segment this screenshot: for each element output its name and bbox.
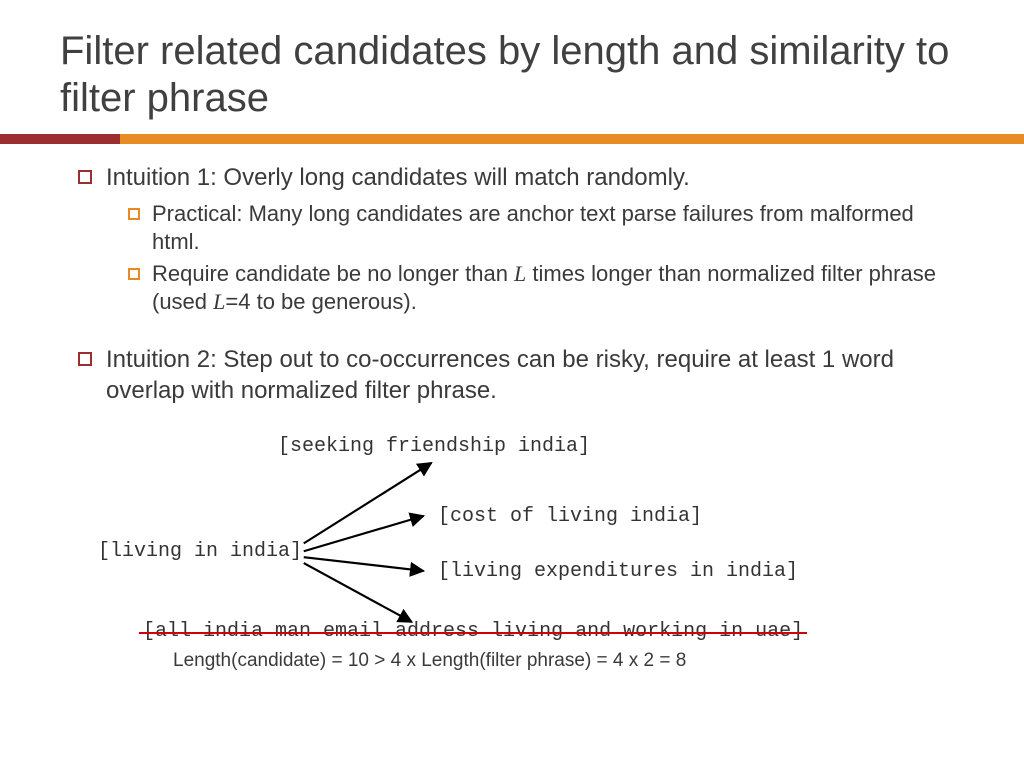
strikethrough-line bbox=[139, 632, 807, 634]
candidate-2: [cost of living india] bbox=[438, 505, 702, 528]
bullet-practical: Practical: Many long candidates are anch… bbox=[128, 200, 956, 256]
bullet-text: Require candidate be no longer than L ti… bbox=[152, 260, 956, 316]
candidate-1: [seeking friendship india] bbox=[278, 435, 590, 458]
example-diagram: [seeking friendship india] [living in in… bbox=[68, 435, 956, 695]
bullet-text: Intuition 2: Step out to co-occurrences … bbox=[106, 344, 956, 406]
square-bullet-icon bbox=[78, 170, 92, 184]
length-caption: Length(candidate) = 10 > 4 x Length(filt… bbox=[173, 650, 686, 672]
bullet-text: Intuition 1: Overly long candidates will… bbox=[106, 162, 690, 193]
bullet-text: Practical: Many long candidates are anch… bbox=[152, 200, 956, 256]
divider-bar bbox=[0, 134, 1024, 144]
candidate-4-rejected: [all india man email address living and … bbox=[143, 620, 803, 643]
seed-phrase: [living in india] bbox=[98, 540, 302, 563]
slide-title: Filter related candidates by length and … bbox=[60, 28, 964, 122]
bullet-intuition-2: Intuition 2: Step out to co-occurrences … bbox=[78, 344, 956, 406]
square-bullet-icon bbox=[128, 268, 140, 280]
square-bullet-icon bbox=[78, 352, 92, 366]
slide-body: Intuition 1: Overly long candidates will… bbox=[60, 162, 964, 694]
bullet-require-length: Require candidate be no longer than L ti… bbox=[128, 260, 956, 316]
candidate-3: [living expenditures in india] bbox=[438, 560, 798, 583]
square-bullet-icon bbox=[128, 208, 140, 220]
bullet-intuition-1: Intuition 1: Overly long candidates will… bbox=[78, 162, 956, 193]
